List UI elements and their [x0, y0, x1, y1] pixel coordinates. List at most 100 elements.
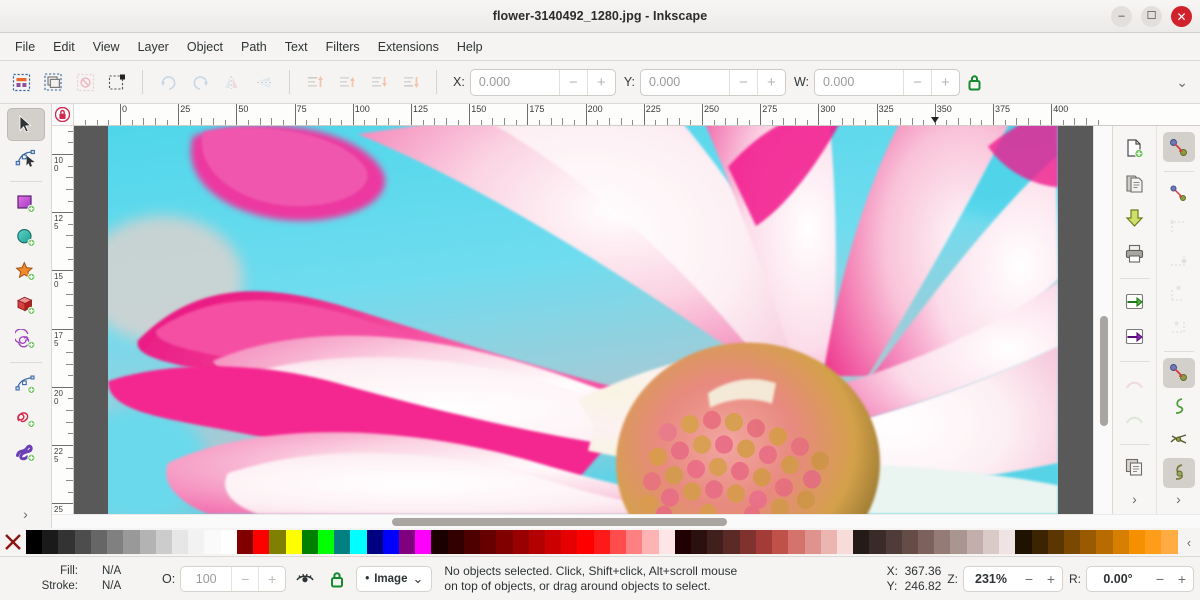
menu-extensions[interactable]: Extensions — [369, 36, 448, 58]
palette-swatch[interactable] — [496, 530, 512, 554]
select-same-icon[interactable] — [102, 67, 132, 97]
palette-swatch[interactable] — [594, 530, 610, 554]
zoom-spinbox[interactable]: − + — [963, 566, 1063, 592]
opacity-decrement-button[interactable]: − — [231, 567, 258, 591]
palette-swatch[interactable] — [529, 530, 545, 554]
new-document-icon[interactable] — [1119, 132, 1151, 164]
no-color-icon[interactable] — [0, 528, 26, 556]
palette-swatch[interactable] — [610, 530, 626, 554]
x-spinbox[interactable]: − + — [470, 69, 616, 96]
palette-swatch[interactable] — [869, 530, 885, 554]
palette-swatch[interactable] — [318, 530, 334, 554]
y-spinbox[interactable]: − + — [640, 69, 786, 96]
menu-layer[interactable]: Layer — [129, 36, 178, 58]
palette-swatch[interactable] — [659, 530, 675, 554]
palette-swatch[interactable] — [334, 530, 350, 554]
y-increment-button[interactable]: + — [757, 70, 785, 95]
palette-swatch[interactable] — [805, 530, 821, 554]
menu-help[interactable]: Help — [448, 36, 492, 58]
palette-swatch[interactable] — [626, 530, 642, 554]
snap-nodes-icon[interactable] — [1163, 358, 1195, 388]
lock-ratio-icon[interactable] — [962, 69, 988, 95]
palette-swatch[interactable] — [42, 530, 58, 554]
w-input[interactable] — [815, 70, 903, 95]
ellipse-tool[interactable] — [7, 221, 45, 254]
import-icon[interactable] — [1119, 285, 1151, 317]
y-input[interactable] — [641, 70, 729, 95]
palette-swatch[interactable] — [399, 530, 415, 554]
menu-text[interactable]: Text — [276, 36, 317, 58]
palette-swatch[interactable] — [253, 530, 269, 554]
palette-swatch[interactable] — [837, 530, 853, 554]
open-document-icon[interactable] — [1119, 167, 1151, 199]
x-increment-button[interactable]: + — [587, 70, 615, 95]
palette-swatch[interactable] — [707, 530, 723, 554]
w-increment-button[interactable]: + — [931, 70, 959, 95]
x-decrement-button[interactable]: − — [559, 70, 587, 95]
raise-icon[interactable] — [332, 67, 362, 97]
rectangle-tool[interactable] — [7, 187, 45, 220]
palette-swatch[interactable] — [367, 530, 383, 554]
rotation-spinbox[interactable]: − + — [1086, 566, 1194, 592]
palette-swatch[interactable] — [75, 530, 91, 554]
palette-swatch[interactable] — [853, 530, 869, 554]
zoom-increment-button[interactable]: + — [1040, 567, 1062, 591]
snap-bbox-corner-icon[interactable] — [1163, 212, 1195, 242]
snap-bounding-box-icon[interactable] — [1163, 178, 1195, 208]
canvas-viewport[interactable] — [74, 126, 1093, 514]
toolbox-more-button[interactable]: › — [23, 506, 28, 522]
selector-tool[interactable] — [7, 108, 45, 141]
palette-swatch[interactable] — [123, 530, 139, 554]
palette-swatch[interactable] — [723, 530, 739, 554]
snap-bbox-edge-midpoint-icon[interactable] — [1163, 245, 1195, 275]
enable-snapping-icon[interactable] — [1163, 132, 1195, 162]
flower-image[interactable] — [108, 126, 1058, 514]
print-document-icon[interactable] — [1119, 237, 1151, 269]
star-tool[interactable] — [7, 255, 45, 288]
snap-cusp-node-icon[interactable] — [1163, 458, 1195, 488]
palette-swatch[interactable] — [642, 530, 658, 554]
raise-to-top-icon[interactable] — [300, 67, 330, 97]
horizontal-scrollbar[interactable] — [52, 514, 1200, 528]
node-tool[interactable] — [7, 142, 45, 175]
menu-path[interactable]: Path — [232, 36, 276, 58]
palette-swatch[interactable] — [383, 530, 399, 554]
duplicate-icon[interactable] — [1119, 451, 1151, 483]
w-decrement-button[interactable]: − — [903, 70, 931, 95]
opacity-input[interactable] — [181, 567, 231, 591]
spiral-tool[interactable] — [7, 323, 45, 356]
palette-swatch[interactable] — [26, 530, 42, 554]
horizontal-ruler[interactable]: 0255075100125150175200225250275300325350… — [74, 104, 1200, 126]
palette-swatch[interactable] — [999, 530, 1015, 554]
palette-swatch[interactable] — [269, 530, 285, 554]
palette-swatch[interactable] — [1048, 530, 1064, 554]
palette-swatch[interactable] — [156, 530, 172, 554]
palette-swatch[interactable] — [772, 530, 788, 554]
palette-swatch[interactable] — [821, 530, 837, 554]
rotate-ccw-90-icon[interactable] — [153, 67, 183, 97]
palette-swatch[interactable] — [1113, 530, 1129, 554]
menu-filters[interactable]: Filters — [317, 36, 369, 58]
menu-object[interactable]: Object — [178, 36, 232, 58]
menu-file[interactable]: File — [6, 36, 44, 58]
undo-icon[interactable] — [1119, 368, 1151, 400]
palette-swatch[interactable] — [1161, 530, 1177, 554]
layer-selector[interactable]: • Image ⌄ — [356, 566, 432, 592]
palette-swatch[interactable] — [967, 530, 983, 554]
snap-path-icon[interactable] — [1163, 391, 1195, 421]
toolbar-overflow-button[interactable]: ⌄ — [1176, 74, 1188, 91]
palette-swatch[interactable] — [950, 530, 966, 554]
palette-swatch[interactable] — [983, 530, 999, 554]
palette-swatch[interactable] — [561, 530, 577, 554]
flip-horizontal-icon[interactable] — [217, 67, 247, 97]
palette-swatch[interactable] — [58, 530, 74, 554]
w-spinbox[interactable]: − + — [814, 69, 960, 96]
snap-dock-more-button[interactable]: › — [1176, 491, 1181, 507]
palette-swatch[interactable] — [302, 530, 318, 554]
bezier-tool[interactable] — [7, 368, 45, 401]
palette-swatch[interactable] — [886, 530, 902, 554]
minimize-button[interactable]: – — [1111, 6, 1132, 27]
x-input[interactable] — [471, 70, 559, 95]
menu-view[interactable]: View — [84, 36, 129, 58]
snap-bbox-center-icon[interactable] — [1163, 278, 1195, 308]
